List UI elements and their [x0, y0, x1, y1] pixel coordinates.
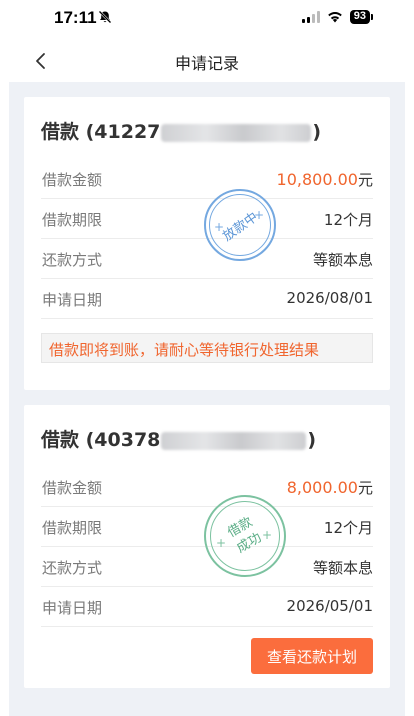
signal-icon	[301, 11, 320, 23]
row-value: 2026/08/01	[286, 289, 373, 307]
page-title: 申请记录	[174, 54, 239, 73]
row-value: 8,000.00元	[287, 477, 373, 498]
status-indicators: 93	[301, 10, 374, 24]
nav-bar: 申请记录	[0, 40, 414, 82]
status-stamp-success: + + 借款 成功	[204, 495, 286, 577]
battery-icon: 93	[349, 10, 374, 24]
row-label: 借款期限	[42, 211, 103, 229]
row-value: 12个月	[323, 519, 373, 537]
row-value: 等额本息	[312, 251, 373, 269]
row-value: 12个月	[323, 211, 373, 229]
status-bar: 17:11 93	[0, 0, 414, 40]
stamp-text: 借款 成功	[225, 514, 266, 558]
row-label: 借款金额	[42, 171, 103, 189]
row-label: 申请日期	[42, 291, 103, 309]
row-label: 借款金额	[42, 479, 103, 497]
row-label: 还款方式	[42, 559, 103, 577]
loan-title: 借款 (40378)	[41, 425, 316, 452]
loan-title-prefix: 借款 (40378	[41, 429, 161, 451]
row-repayment-method: 还款方式 等额本息	[41, 239, 373, 279]
row-value: 10,800.00元	[277, 169, 373, 190]
wifi-icon	[327, 12, 342, 23]
row-label: 申请日期	[42, 599, 103, 617]
loan-title-suffix: )	[312, 121, 322, 143]
row-amount: 借款金额 10,800.00元	[41, 159, 373, 199]
masked-number	[161, 431, 307, 450]
amount-value: 10,800.00	[276, 170, 358, 189]
row-label: 借款期限	[42, 519, 103, 537]
row-value: 2026/05/01	[286, 597, 373, 615]
bell-off-icon	[98, 10, 112, 24]
row-amount: 借款金额 8,000.00元	[41, 467, 373, 507]
status-time: 17:11	[54, 8, 97, 27]
loan-card: 借款 (41227) 借款金额 10,800.00元 借款期限 12个月 还款方…	[24, 97, 390, 390]
loan-title-prefix: 借款 (41227	[41, 121, 161, 143]
amount-value: 8,000.00	[286, 478, 358, 497]
row-value: 等额本息	[312, 559, 373, 577]
row-label: 还款方式	[42, 251, 103, 269]
row-application-date: 申请日期 2026/08/01	[41, 279, 373, 319]
view-repayment-plan-button[interactable]: 查看还款计划	[251, 638, 373, 674]
amount-unit: 元	[357, 479, 373, 497]
row-application-date: 申请日期 2026/05/01	[41, 587, 373, 627]
masked-number	[161, 123, 312, 142]
amount-unit: 元	[357, 171, 373, 189]
loan-card: 借款 (40378) 借款金额 8,000.00元 借款期限 12个月 还款方式…	[24, 405, 390, 688]
loan-title: 借款 (41227)	[41, 117, 321, 144]
loan-title-suffix: )	[307, 429, 317, 451]
notice-text: 借款即将到账，请耐心等待银行处理结果	[49, 341, 320, 359]
application-list: 借款 (41227) 借款金额 10,800.00元 借款期限 12个月 还款方…	[9, 82, 405, 716]
notice-banner: 借款即将到账，请耐心等待银行处理结果	[41, 333, 373, 363]
status-stamp-disbursing: + + 放款中	[204, 189, 276, 261]
